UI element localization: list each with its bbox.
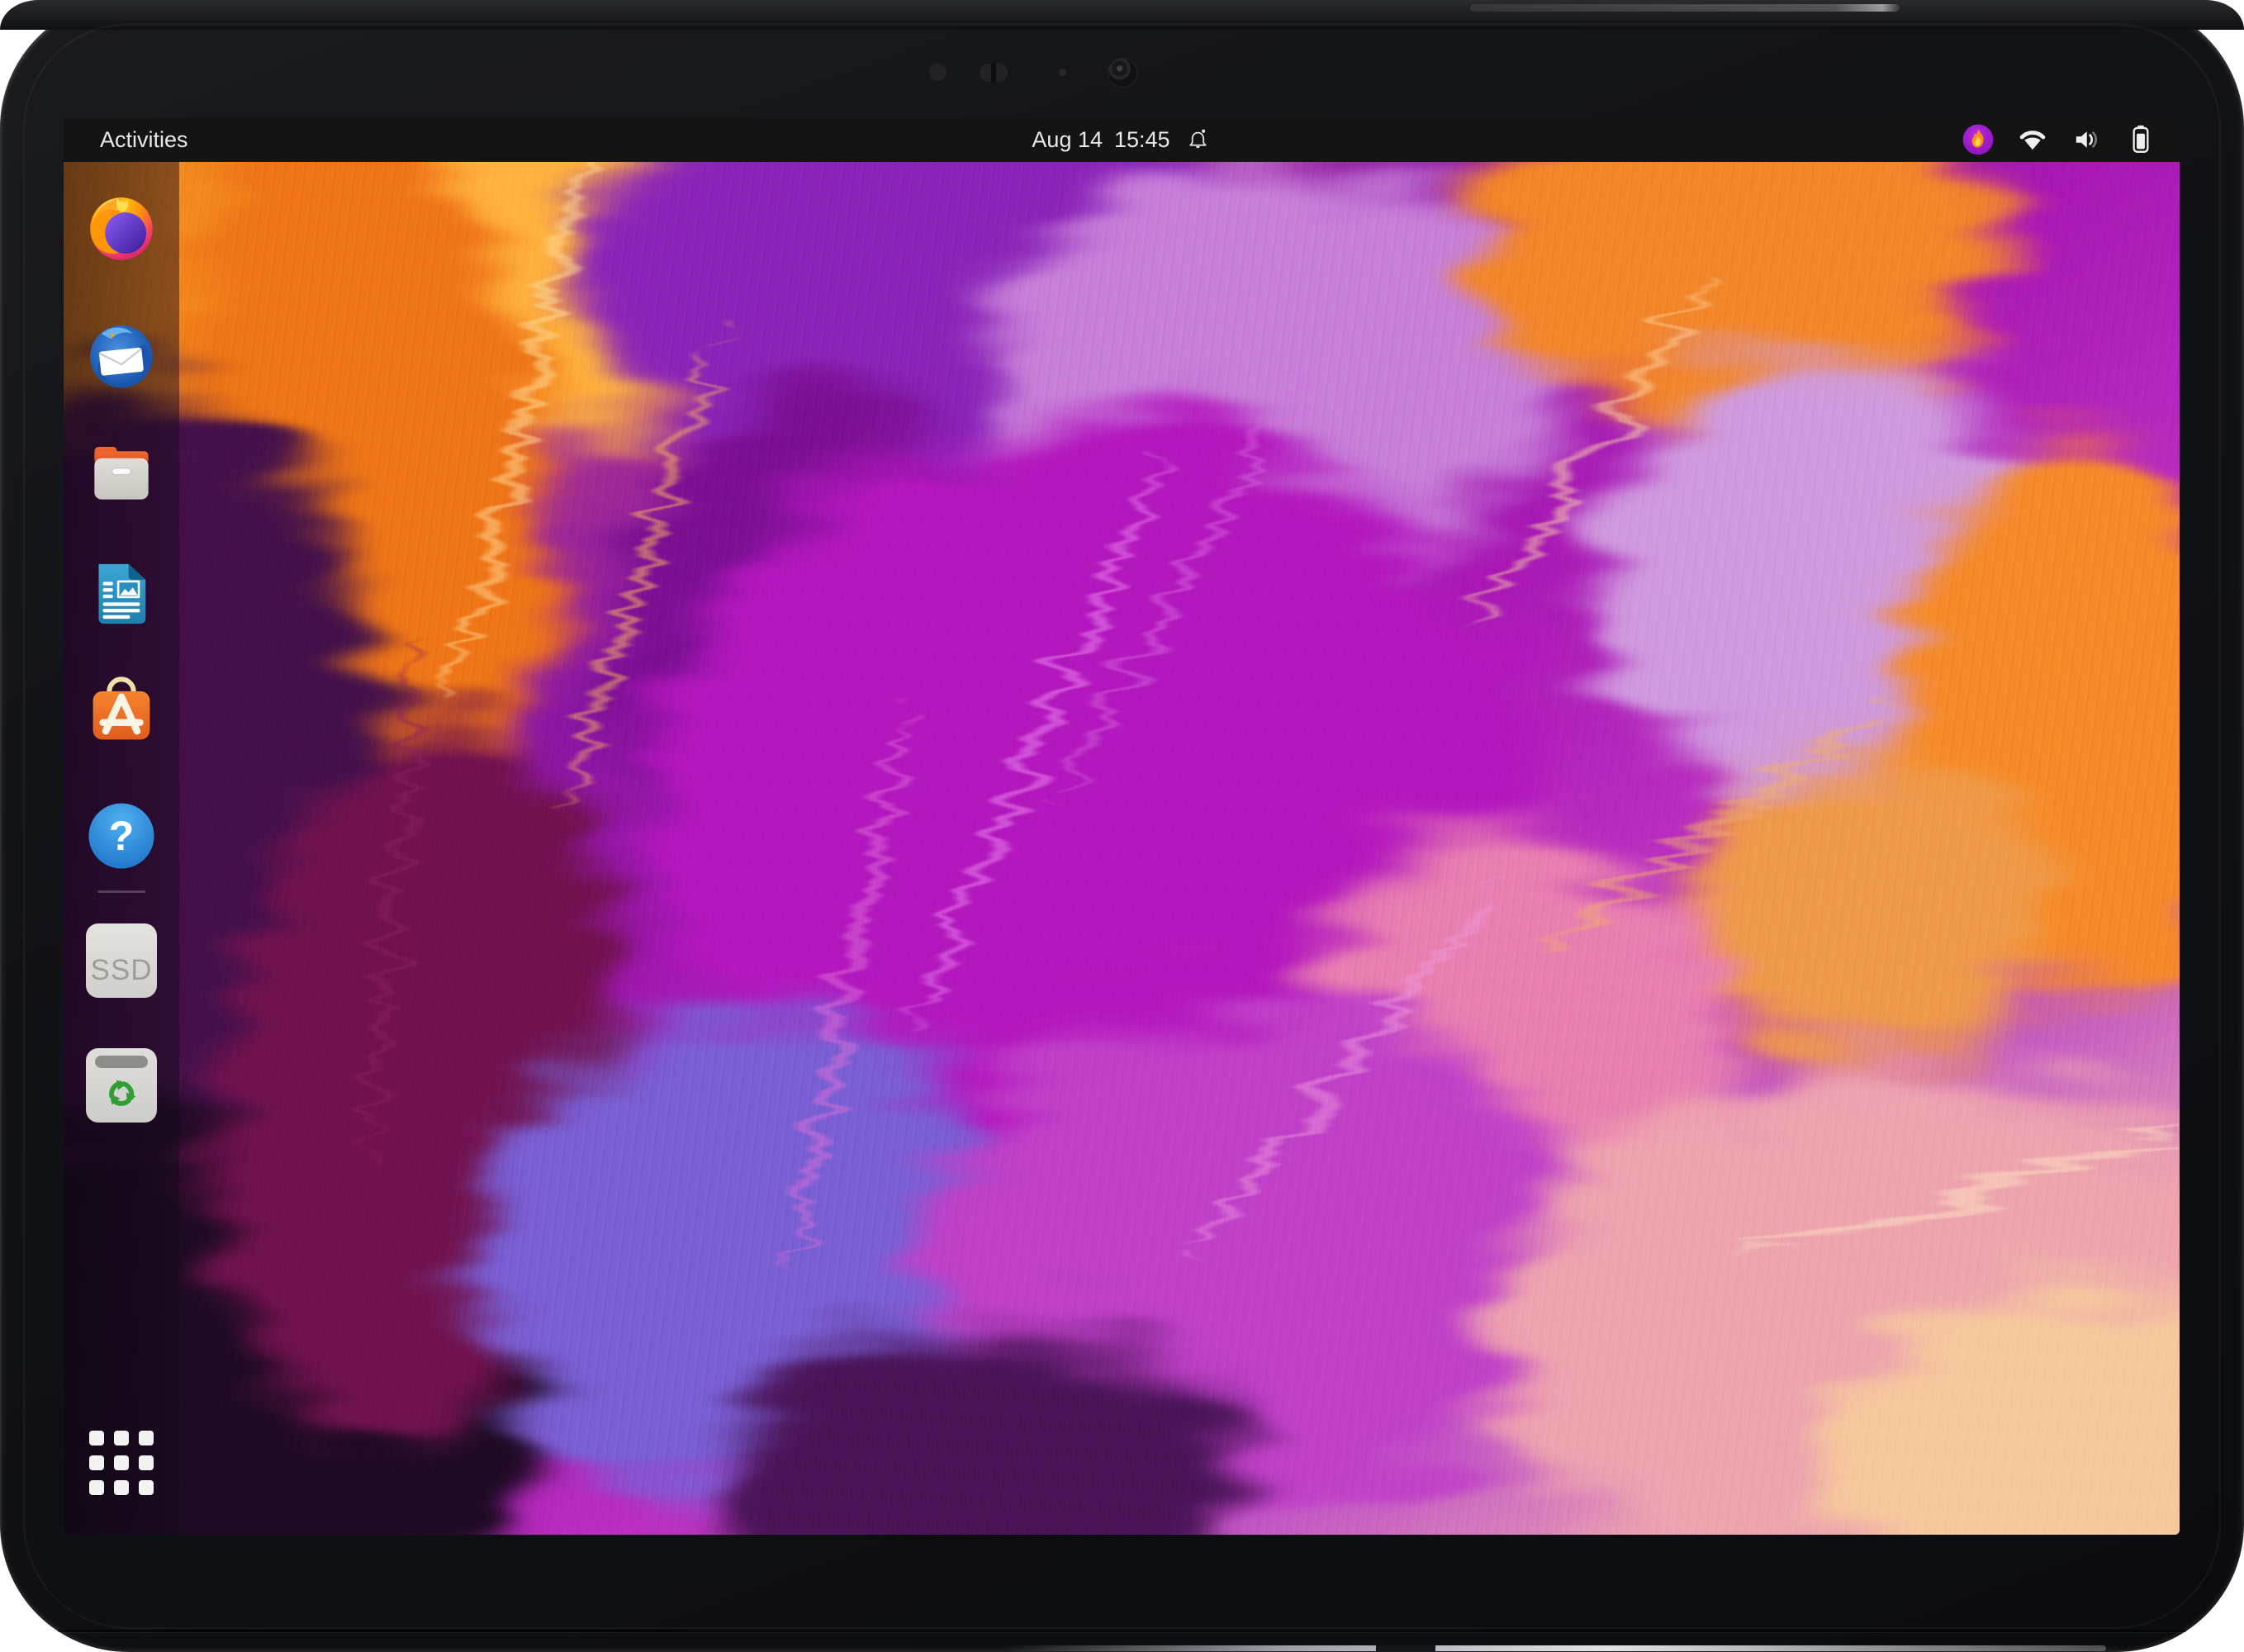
power-button — [1470, 4, 1900, 12]
firefox-icon — [86, 193, 157, 264]
activities-button[interactable]: Activities — [93, 126, 195, 154]
screenshot: Activities Aug 14 15:45 — [0, 0, 2244, 1652]
dock-item-firefox[interactable] — [86, 193, 157, 264]
software-store-icon — [86, 676, 157, 747]
system-tray-button[interactable] — [1962, 123, 2156, 156]
dock-item-trash[interactable] — [86, 1048, 157, 1123]
app-grid-icon — [88, 1430, 154, 1496]
desktop-wallpaper[interactable]: ? SSD — [64, 162, 2180, 1535]
connector-port — [1376, 1645, 1435, 1651]
flame-badge-icon — [1962, 123, 1995, 156]
tablet-frame: Activities Aug 14 15:45 — [0, 0, 2244, 1652]
dock-separator — [97, 890, 145, 893]
time-label: 15:45 — [1114, 127, 1170, 153]
screen: Activities Aug 14 15:45 — [64, 117, 2180, 1535]
clock-button[interactable]: Aug 14 15:45 — [1032, 126, 1211, 153]
dock-item-help[interactable]: ? — [86, 800, 157, 871]
help-question-icon: ? — [86, 800, 157, 871]
bell-icon — [1185, 126, 1212, 153]
dock-item-show-applications[interactable] — [88, 1430, 154, 1496]
help-glyph: ? — [109, 813, 134, 859]
frame-bottom-edge-highlight — [999, 1645, 2106, 1651]
recycle-symbol-icon — [86, 1060, 157, 1123]
ssd-drive-icon: SSD — [86, 923, 157, 998]
volume-icon — [2071, 124, 2102, 155]
wallpaper-brush-texture — [64, 162, 2180, 1535]
dock-item-libreoffice-writer[interactable] — [86, 558, 157, 629]
writer-document-icon — [86, 558, 157, 629]
trash-recycle-icon — [86, 1048, 157, 1123]
date-label: Aug 14 — [1032, 127, 1103, 153]
thunderbird-icon — [86, 320, 157, 391]
dock-item-thunderbird[interactable] — [86, 320, 157, 391]
ssd-label: SSD — [91, 954, 153, 987]
gnome-top-bar: Activities Aug 14 15:45 — [64, 117, 2180, 162]
dock-item-ssd-drive[interactable]: SSD — [86, 923, 157, 998]
battery-icon — [2125, 124, 2156, 155]
dock-item-ubuntu-software[interactable] — [86, 676, 157, 747]
files-folder-icon — [86, 437, 157, 508]
dock-item-files[interactable] — [86, 437, 157, 508]
wifi-icon — [2018, 125, 2047, 154]
dock: ? SSD — [64, 162, 179, 1535]
frame-bottom-seam — [58, 1630, 2186, 1632]
